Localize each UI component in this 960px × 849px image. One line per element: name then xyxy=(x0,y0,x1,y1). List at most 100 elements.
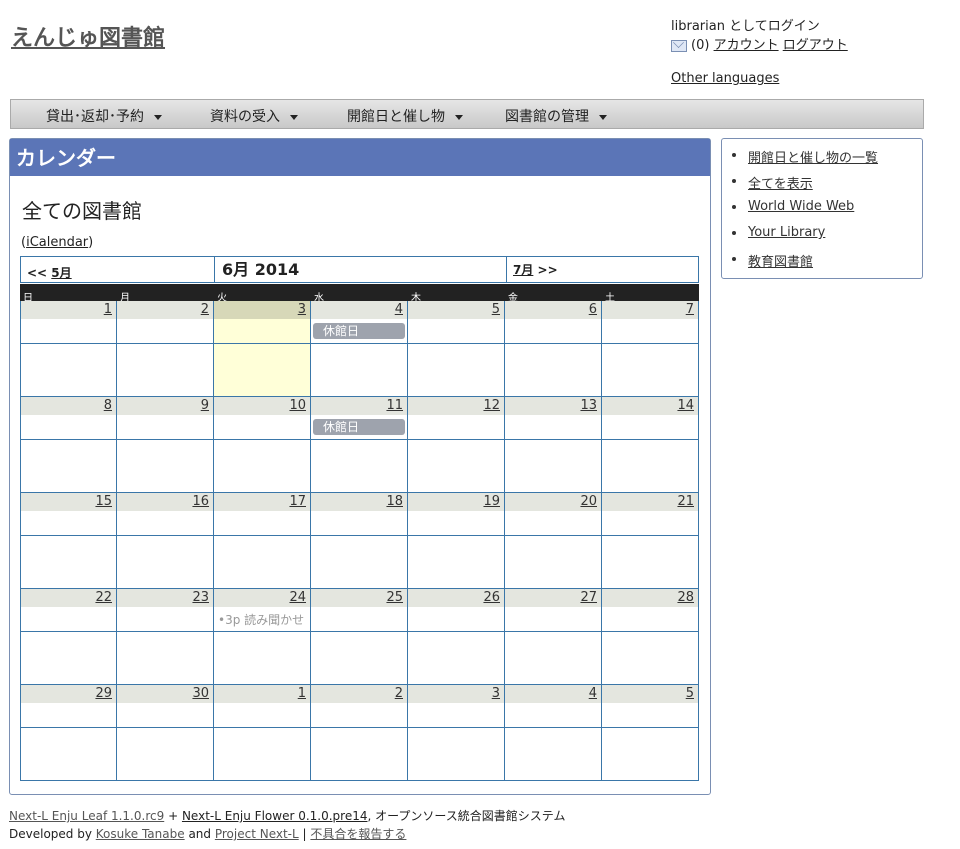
cell-divider xyxy=(408,727,504,728)
chevron-down-icon xyxy=(599,114,607,120)
logout-link[interactable]: ログアウト xyxy=(783,38,848,53)
menu-events[interactable]: 開館日と催し物 xyxy=(347,106,463,126)
cell-divider xyxy=(602,535,698,536)
day-number: 16 xyxy=(117,493,213,511)
day-number: 7 xyxy=(602,301,698,319)
calendar-day: 6 xyxy=(505,301,602,397)
day-link[interactable]: 17 xyxy=(289,494,306,509)
cell-divider xyxy=(214,343,310,344)
prev-month-nav: << 5月 xyxy=(27,264,72,281)
calendar-day: 10 xyxy=(214,397,311,493)
calendar-day: 26 xyxy=(408,589,505,685)
day-number: 2 xyxy=(311,685,407,703)
calendar-day: 17 xyxy=(214,493,311,589)
cell-divider xyxy=(214,727,310,728)
day-link[interactable]: 10 xyxy=(289,398,306,413)
day-link[interactable]: 16 xyxy=(192,494,209,509)
day-link[interactable]: 1 xyxy=(298,686,306,701)
menu-acquisition[interactable]: 資料の受入 xyxy=(210,106,298,126)
other-languages-link[interactable]: Other languages xyxy=(671,71,779,86)
cell-divider xyxy=(21,343,116,344)
day-link[interactable]: 20 xyxy=(580,494,597,509)
day-link[interactable]: 8 xyxy=(104,398,112,413)
day-link[interactable]: 4 xyxy=(395,302,403,317)
site-title-link[interactable]: えんじゅ図書館 xyxy=(11,20,165,52)
day-link[interactable]: 15 xyxy=(95,494,112,509)
cell-divider xyxy=(311,343,407,344)
day-link[interactable]: 30 xyxy=(192,686,209,701)
project-link[interactable]: Project Next-L xyxy=(215,827,299,841)
icalendar-link[interactable]: iCalendar xyxy=(26,235,88,250)
day-link[interactable]: 4 xyxy=(589,686,597,701)
day-link[interactable]: 11 xyxy=(386,398,403,413)
day-link[interactable]: 5 xyxy=(492,302,500,317)
calendar-day: 22 xyxy=(20,589,117,685)
day-link[interactable]: 3 xyxy=(298,302,306,317)
day-link[interactable]: 23 xyxy=(192,590,209,605)
report-bug-link[interactable]: 不具合を報告する xyxy=(310,827,406,841)
cell-divider xyxy=(408,439,504,440)
www-link[interactable]: World Wide Web xyxy=(748,199,854,214)
show-all-link[interactable]: 全てを表示 xyxy=(748,177,813,192)
cell-divider xyxy=(505,727,601,728)
enju-flower-link[interactable]: Next-L Enju Flower 0.1.0.pre14 xyxy=(182,809,368,823)
day-link[interactable]: 2 xyxy=(201,302,209,317)
day-number: 11 xyxy=(311,397,407,415)
day-link[interactable]: 29 xyxy=(95,686,112,701)
calendar-title: 6月 2014 xyxy=(214,257,507,282)
day-link[interactable]: 22 xyxy=(95,590,112,605)
day-link[interactable]: 13 xyxy=(580,398,597,413)
day-link[interactable]: 25 xyxy=(386,590,403,605)
calendar-day: 25 xyxy=(311,589,408,685)
next-arrow: >> xyxy=(537,263,558,277)
mail-icon[interactable] xyxy=(671,39,687,52)
chevron-down-icon xyxy=(455,114,463,120)
day-link[interactable]: 21 xyxy=(677,494,694,509)
day-link[interactable]: 9 xyxy=(201,398,209,413)
day-link[interactable]: 27 xyxy=(580,590,597,605)
day-link[interactable]: 3 xyxy=(492,686,500,701)
day-link[interactable]: 1 xyxy=(104,302,112,317)
library-subtitle: 全ての図書館 xyxy=(22,199,142,223)
day-number: 27 xyxy=(505,589,601,607)
cell-divider xyxy=(311,631,407,632)
cell-divider xyxy=(505,439,601,440)
footer-developed-by: Developed by xyxy=(9,827,92,841)
day-link[interactable]: 2 xyxy=(395,686,403,701)
cell-divider xyxy=(311,727,407,728)
calendar-day: 4 xyxy=(505,685,602,781)
author-link[interactable]: Kosuke Tanabe xyxy=(96,827,185,841)
day-link[interactable]: 14 xyxy=(677,398,694,413)
cell-divider xyxy=(311,439,407,440)
day-link[interactable]: 7 xyxy=(686,302,694,317)
storytime-event[interactable]: •3p 読み聞かせ xyxy=(218,611,310,628)
education-library-link[interactable]: 教育図書館 xyxy=(748,255,813,270)
calendar-day: 1 xyxy=(214,685,311,781)
prev-month-link[interactable]: 5月 xyxy=(51,266,71,280)
day-number: 4 xyxy=(311,301,407,319)
day-link[interactable]: 28 xyxy=(677,590,694,605)
your-library-link[interactable]: Your Library xyxy=(748,225,825,240)
day-link[interactable]: 12 xyxy=(483,398,500,413)
day-number: 5 xyxy=(602,685,698,703)
account-link[interactable]: アカウント xyxy=(714,38,779,53)
day-link[interactable]: 24 xyxy=(289,590,306,605)
day-link[interactable]: 18 xyxy=(386,494,403,509)
day-number: 8 xyxy=(21,397,116,415)
calendar-day: 13 xyxy=(505,397,602,493)
enju-leaf-link[interactable]: Next-L Enju Leaf 1.1.0.rc9 xyxy=(9,809,164,823)
day-number: 23 xyxy=(117,589,213,607)
menu-circulation[interactable]: 貸出･返却･予約 xyxy=(46,106,162,126)
day-link[interactable]: 19 xyxy=(483,494,500,509)
day-number: 3 xyxy=(408,685,504,703)
closed-day-event[interactable]: 休館日 xyxy=(313,419,405,435)
closed-day-event[interactable]: 休館日 xyxy=(313,323,405,339)
events-list-link[interactable]: 開館日と催し物の一覧 xyxy=(748,151,878,166)
calendar-week: 8 9 10 11 休館日 12 13 14 xyxy=(20,397,699,493)
day-link[interactable]: 26 xyxy=(483,590,500,605)
cell-divider xyxy=(602,631,698,632)
day-link[interactable]: 6 xyxy=(589,302,597,317)
next-month-link[interactable]: 7月 xyxy=(513,263,533,277)
menu-admin[interactable]: 図書館の管理 xyxy=(505,106,607,126)
day-link[interactable]: 5 xyxy=(686,686,694,701)
